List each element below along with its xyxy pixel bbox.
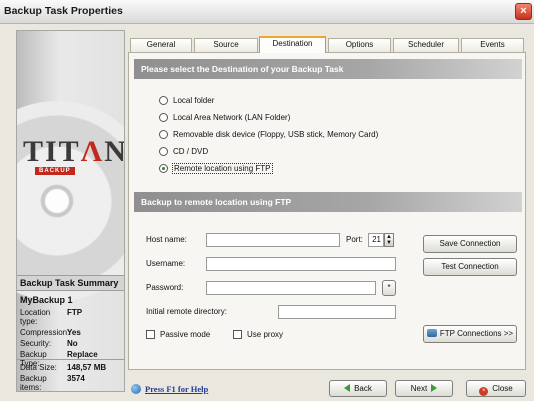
tab-strip: General Source Destination Options Sched… [128,36,526,53]
help-area: Press F1 for Help [131,384,208,394]
sidebar: TITΛN BACKUP Backup Task Summary MyBacku… [16,30,125,392]
use-proxy-checkbox[interactable]: Use proxy [233,330,283,339]
radio-button[interactable] [159,147,168,156]
checkbox[interactable] [146,330,155,339]
option-remote-ftp[interactable]: Remote location using FTP [159,163,273,174]
save-connection-button[interactable]: Save Connection [423,235,517,253]
radio-button[interactable] [159,130,168,139]
window-title: Backup Task Properties [4,5,123,17]
show-password-button[interactable]: * [382,280,396,296]
tab-source[interactable]: Source [194,38,258,52]
ftp-connections-button[interactable]: FTP Connections >> [423,325,517,343]
host-input[interactable] [206,233,340,247]
stats-row: Data Size: 148,57 MB [20,363,107,372]
title-bar: Backup Task Properties × [0,0,534,24]
backup-summary: Backup Task Summary MyBackup 1 Location … [17,275,124,369]
help-icon [131,384,141,394]
port-input[interactable]: 21 [368,233,384,247]
next-button[interactable]: Next [395,380,453,397]
host-label: Host name: [146,235,187,244]
test-connection-button[interactable]: Test Connection [423,258,517,276]
radio-button-selected[interactable] [159,164,168,173]
ftp-header: Backup to remote location using FTP [134,192,522,212]
backup-stats: Data Size: 148,57 MB Backup items: 3574 [17,359,124,392]
summary-row: Compression: Yes [20,328,81,337]
tab-events[interactable]: Events [461,38,524,52]
ftp-connections-icon [426,329,437,337]
help-link[interactable]: Press F1 for Help [145,384,208,394]
destination-panel: Please select the Destination of your Ba… [128,52,526,370]
close-icon: × [479,387,489,396]
radio-button[interactable] [159,113,168,122]
close-icon[interactable]: × [515,3,532,20]
password-input[interactable] [206,281,376,295]
tab-destination[interactable]: Destination [259,36,326,53]
passive-mode-checkbox[interactable]: Passive mode [146,330,210,339]
option-lan-folder[interactable]: Local Area Network (LAN Folder) [159,113,290,122]
username-label: Username: [146,259,186,268]
tab-general[interactable]: General [130,38,192,52]
back-button[interactable]: Back [329,380,387,397]
disc-graphic [17,101,124,301]
initial-dir-label: Initial remote directory: [146,307,227,316]
summary-title: Backup Task Summary [17,275,124,291]
port-label: Port: [346,235,363,244]
summary-row: Security: No [20,339,78,348]
option-local-folder[interactable]: Local folder [159,96,214,105]
initial-dir-input[interactable] [278,305,396,319]
close-button[interactable]: × Close [466,380,526,397]
checkbox[interactable] [233,330,242,339]
titan-logo: TITΛN BACKUP [23,135,124,175]
option-cd-dvd[interactable]: CD / DVD [159,147,208,156]
task-name: MyBackup 1 [20,295,73,305]
option-removable-disk[interactable]: Removable disk device (Floppy, USB stick… [159,130,378,139]
tab-options[interactable]: Options [328,38,391,52]
stats-row: Backup items: 3574 [20,374,85,392]
summary-row: Location type: FTP [20,308,83,326]
password-label: Password: [146,283,184,292]
radio-button[interactable] [159,96,168,105]
tab-scheduler[interactable]: Scheduler [393,38,459,52]
username-input[interactable] [206,257,396,271]
port-stepper[interactable]: ▲ ▼ [384,233,394,247]
destination-header: Please select the Destination of your Ba… [134,59,522,79]
